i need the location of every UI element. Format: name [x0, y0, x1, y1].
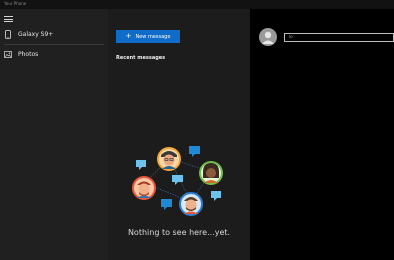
person-avatar-icon [132, 176, 156, 200]
empty-state-text: Nothing to see here...yet. [127, 228, 231, 237]
window-title: Your Phone [4, 1, 27, 6]
chat-bubble-icon [161, 199, 172, 210]
sidebar-item-photos[interactable]: Photos [0, 45, 108, 63]
hamburger-menu-icon[interactable] [4, 16, 13, 22]
chat-bubble-icon [211, 191, 221, 201]
title-bar: Your Phone [0, 0, 394, 9]
sidebar-item-label: Galaxy S9+ [18, 30, 54, 38]
sidebar-item-device[interactable]: Galaxy S9+ [0, 25, 108, 43]
recent-messages-heading: Recent messages [116, 55, 166, 61]
your-phone-app: Your Phone Galaxy S9+ Photos + New messa… [0, 0, 394, 260]
empty-state-illustration [132, 146, 223, 216]
chat-bubble-icon [136, 160, 146, 170]
new-message-label: New message [135, 33, 171, 40]
person-avatar-icon [179, 192, 203, 216]
plus-icon: + [125, 32, 132, 40]
sidebar: Galaxy S9+ Photos [0, 9, 108, 260]
compose-pane [250, 9, 394, 260]
chat-bubble-icon [189, 146, 200, 157]
chat-bubble-icon [172, 175, 183, 185]
to-recipient-input[interactable] [284, 33, 394, 42]
new-message-button[interactable]: + New message [116, 30, 180, 43]
photos-icon [4, 49, 12, 59]
sidebar-item-label: Photos [18, 50, 39, 58]
messages-pane: + New message Recent messages Nothing to… [108, 9, 250, 260]
person-avatar-icon [199, 161, 223, 185]
contact-avatar-icon [259, 28, 277, 46]
person-avatar-icon [157, 147, 181, 171]
phone-icon [4, 29, 12, 39]
